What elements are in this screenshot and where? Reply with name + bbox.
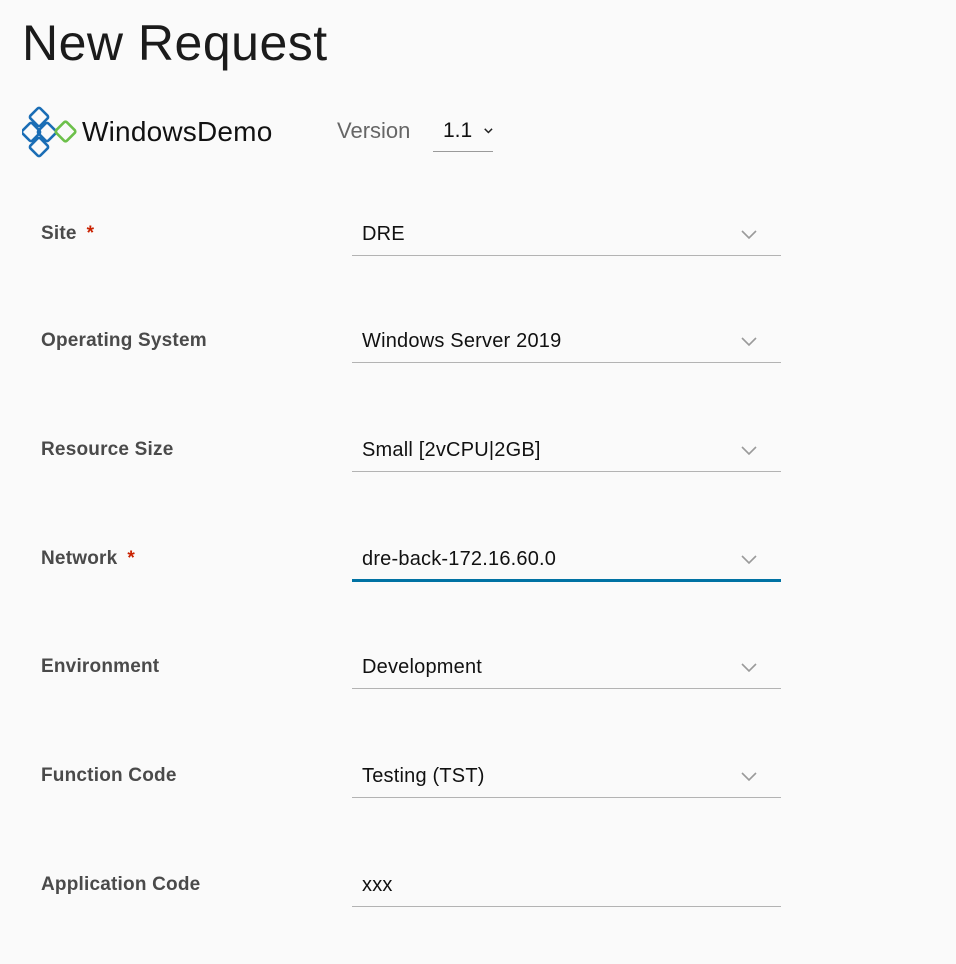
environment-value: Development [362,656,483,678]
chevron-down-icon [741,663,757,673]
page-title: New Request [22,15,328,71]
site-select[interactable]: DRE [352,213,781,256]
blueprint-name: WindowsDemo [82,116,273,147]
environment-label: Environment [41,656,160,677]
operating-system-select[interactable]: Windows Server 2019 [352,320,781,363]
function-code-label: Function Code [41,765,177,786]
chevron-down-icon [741,772,757,782]
form-row-resource-size: Resource Size Small [2vCPU|2GB] [0,429,956,489]
chevron-down-icon [741,555,757,565]
diamond-grid-logo-icon [22,106,77,158]
blueprint-brand: WindowsDemo [22,106,272,158]
network-label: Network * [41,548,135,569]
version-value: 1.1 [443,118,473,142]
application-code-value: xxx [362,874,393,896]
form-row-operating-system: Operating System Windows Server 2019 [0,320,956,380]
version-label: Version [337,118,411,143]
network-value: dre-back-172.16.60.0 [362,548,557,570]
environment-select[interactable]: Development [352,646,781,689]
required-marker: * [127,548,135,569]
form-row-site: Site * DRE [0,213,956,273]
network-select[interactable]: dre-back-172.16.60.0 [352,538,781,582]
chevron-down-icon [741,446,757,456]
form-row-network: Network * dre-back-172.16.60.0 [0,538,956,598]
operating-system-label: Operating System [41,330,207,351]
chevron-down-icon [741,337,757,347]
form-row-environment: Environment Development [0,646,956,706]
resource-size-label: Resource Size [41,439,174,460]
operating-system-value: Windows Server 2019 [362,330,562,352]
version-select[interactable]: 1.1 [433,110,493,152]
form-row-application-code: Application Code xxx [0,864,956,924]
site-value: DRE [362,223,405,245]
chevron-down-icon [484,127,493,134]
application-code-input[interactable]: xxx [352,864,781,907]
chevron-down-icon [741,230,757,240]
function-code-value: Testing (TST) [362,765,485,787]
form-row-function-code: Function Code Testing (TST) [0,755,956,815]
required-marker: * [86,223,95,244]
site-label: Site * [41,223,95,244]
function-code-select[interactable]: Testing (TST) [352,755,781,798]
application-code-label: Application Code [41,874,201,895]
resource-size-select[interactable]: Small [2vCPU|2GB] [352,429,781,472]
resource-size-value: Small [2vCPU|2GB] [362,439,541,461]
